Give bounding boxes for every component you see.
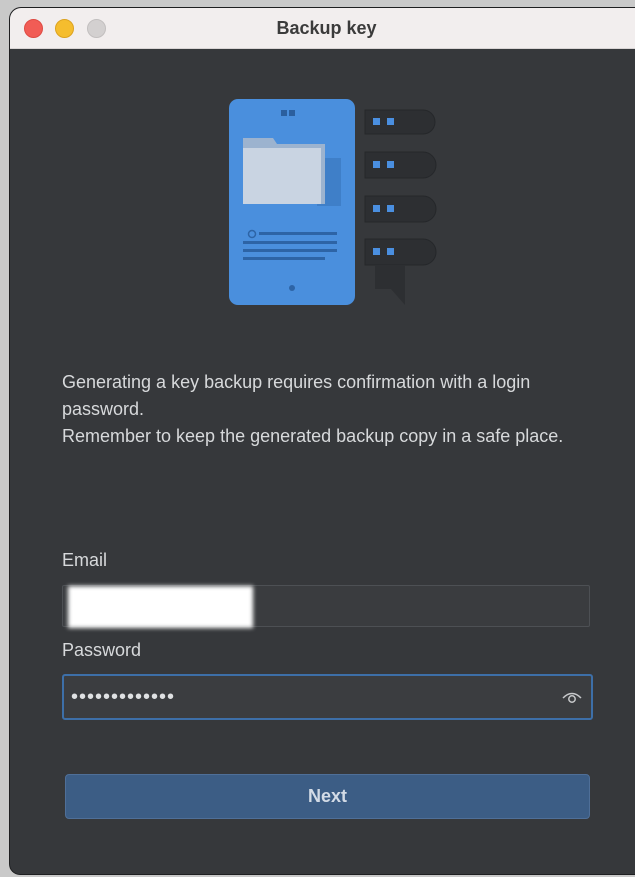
password-field[interactable] (64, 676, 544, 718)
email-label: Email (62, 550, 108, 570)
password-field-container (62, 674, 593, 720)
backup-description: Generating a key backup requires confirm… (62, 369, 602, 450)
zoom-window-button[interactable] (87, 19, 106, 38)
next-button[interactable]: Next (65, 774, 590, 819)
eye-icon[interactable] (562, 688, 582, 706)
close-window-button[interactable] (24, 19, 43, 38)
server-rack-icon (364, 109, 437, 305)
email-redaction (68, 586, 253, 628)
key-backup-server-illustration (229, 99, 437, 305)
minimize-window-button[interactable] (55, 19, 74, 38)
description-line-2: Remember to keep the generated backup co… (62, 426, 564, 446)
password-label: Password (62, 640, 142, 660)
folder-icon (243, 138, 325, 204)
backup-key-window: Backup key Generating a key backup requi… (10, 8, 635, 874)
phone-icon (229, 99, 355, 305)
description-line-1: Generating a key backup requires confirm… (62, 372, 531, 419)
titlebar: Backup key (10, 8, 635, 49)
window-title: Backup key (276, 18, 377, 38)
